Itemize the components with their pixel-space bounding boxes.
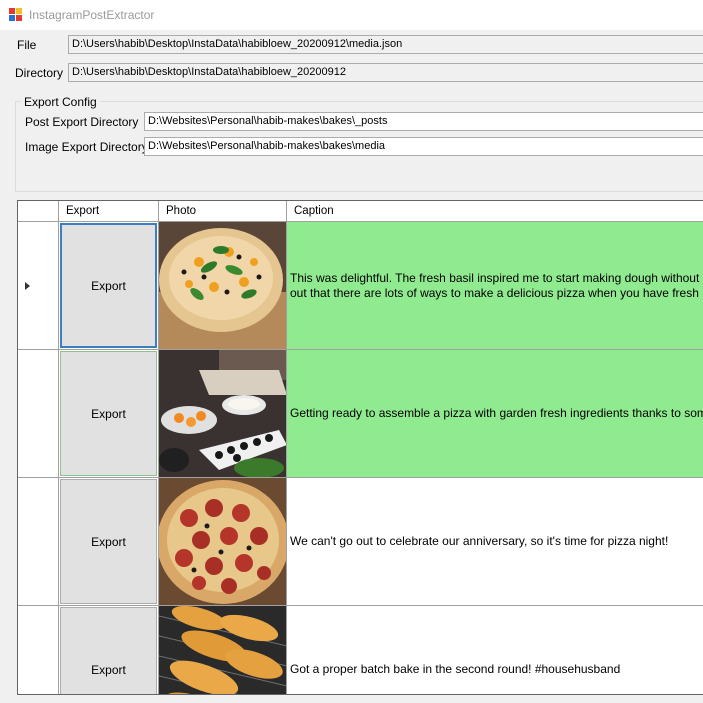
file-label: File bbox=[17, 38, 37, 52]
image-export-dir-label: Image Export Directory bbox=[25, 140, 148, 154]
pizza-ingredients-photo bbox=[159, 350, 286, 477]
caption-cell[interactable]: Getting ready to assemble a pizza with g… bbox=[287, 350, 703, 478]
column-header-photo[interactable]: Photo bbox=[159, 201, 287, 222]
caption-cell[interactable]: This was delightful. The fresh basil ins… bbox=[287, 222, 703, 350]
caption-text: We can't go out to celebrate our anniver… bbox=[290, 534, 669, 548]
caption-cell[interactable]: We can't go out to celebrate our anniver… bbox=[287, 478, 703, 606]
photo-cell[interactable] bbox=[159, 222, 287, 350]
window-title: InstagramPostExtractor bbox=[29, 8, 155, 22]
directory-field[interactable]: D:\Users\habib\Desktop\InstaData\habiblo… bbox=[68, 63, 703, 82]
current-row-arrow-icon bbox=[25, 282, 30, 290]
app-icon bbox=[9, 8, 22, 21]
pizza-basil-photo bbox=[159, 222, 286, 349]
row-header[interactable] bbox=[18, 478, 59, 606]
caption-text: Getting ready to assemble a pizza with g… bbox=[290, 406, 703, 420]
export-button[interactable]: Export bbox=[60, 607, 157, 694]
column-header-export[interactable]: Export bbox=[59, 201, 159, 222]
image-export-dir-input[interactable]: D:\Websites\Personal\habib-makes\bakes\m… bbox=[144, 137, 703, 156]
post-export-dir-label: Post Export Directory bbox=[25, 115, 139, 129]
export-config-title: Export Config bbox=[21, 95, 100, 109]
export-cell: Export bbox=[59, 350, 159, 478]
export-cell: Export bbox=[59, 478, 159, 606]
grid-corner-header bbox=[18, 201, 59, 222]
post-export-dir-input[interactable]: D:\Websites\Personal\habib-makes\bakes\_… bbox=[144, 112, 703, 131]
row-header[interactable] bbox=[18, 350, 59, 478]
posts-grid[interactable]: Export Photo Caption Export This was del… bbox=[17, 200, 703, 695]
export-button[interactable]: Export bbox=[60, 223, 157, 348]
bread-rolls-photo bbox=[159, 606, 286, 694]
row-header[interactable] bbox=[18, 222, 59, 350]
caption-text: This was delightful. The fresh basil ins… bbox=[290, 270, 703, 300]
title-bar: InstagramPostExtractor bbox=[0, 0, 703, 30]
photo-cell[interactable] bbox=[159, 350, 287, 478]
pizza-pepperoni-photo bbox=[159, 478, 286, 605]
export-button[interactable]: Export bbox=[60, 351, 157, 476]
export-cell: Export bbox=[59, 606, 159, 694]
file-field[interactable]: D:\Users\habib\Desktop\InstaData\habiblo… bbox=[68, 35, 703, 54]
export-cell: Export bbox=[59, 222, 159, 350]
row-header[interactable] bbox=[18, 606, 59, 694]
directory-label: Directory bbox=[15, 66, 64, 80]
caption-text: Got a proper batch bake in the second ro… bbox=[290, 662, 621, 676]
photo-cell[interactable] bbox=[159, 478, 287, 606]
caption-cell[interactable]: Got a proper batch bake in the second ro… bbox=[287, 606, 703, 694]
export-button[interactable]: Export bbox=[60, 479, 157, 604]
column-header-caption[interactable]: Caption bbox=[287, 201, 703, 222]
photo-cell[interactable] bbox=[159, 606, 287, 694]
